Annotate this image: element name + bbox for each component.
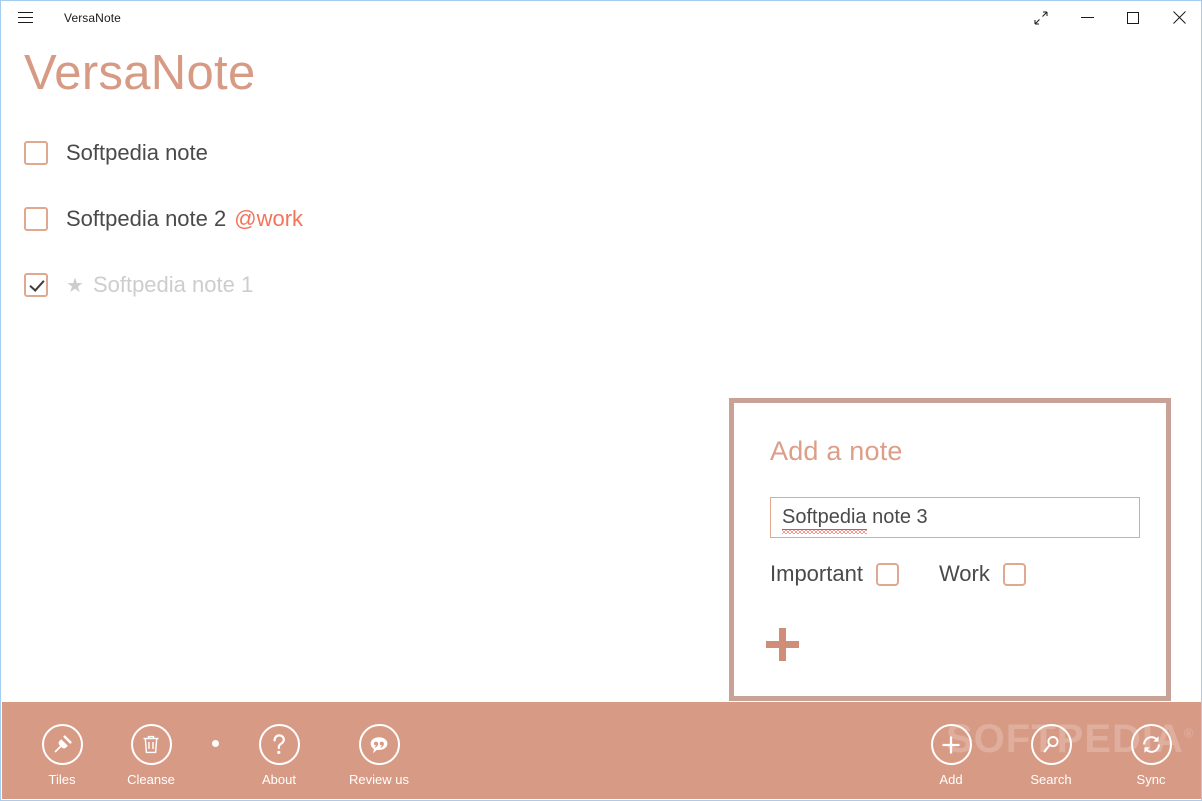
toolbar-item-cleanse[interactable]: Cleanse — [111, 724, 191, 787]
note-label: Softpedia note 2 @work — [66, 206, 303, 232]
note-input-rest: note 3 — [866, 505, 928, 528]
note-checkbox[interactable] — [24, 273, 48, 297]
toolbar-label: Tiles — [48, 772, 76, 787]
note-input-value: Softpedia note 3 — [782, 505, 928, 534]
title-bar: VersaNote — [2, 2, 1201, 33]
hamburger-line — [17, 17, 33, 18]
note-row[interactable]: Softpedia note 2 @work — [24, 202, 664, 236]
hamburger-line — [17, 22, 33, 23]
hamburger-line — [17, 12, 33, 13]
window-controls — [1018, 2, 1201, 33]
tag-label: Important — [770, 561, 863, 586]
note-row[interactable]: Softpedia note — [24, 136, 664, 170]
star-icon: ★ — [66, 275, 84, 297]
trash-icon — [130, 724, 172, 765]
toolbar-item-add[interactable]: Add — [911, 724, 991, 787]
note-text-input[interactable]: Softpedia note 3 — [770, 497, 1140, 538]
note-text: Softpedia note — [66, 140, 208, 165]
plus-circle-icon — [930, 724, 972, 765]
sync-icon — [1130, 724, 1172, 765]
toolbar-label: Cleanse — [127, 772, 175, 787]
note-text: Softpedia note 1 — [92, 272, 254, 297]
toolbar-item-review-us[interactable]: Review us — [339, 724, 419, 787]
tag-label: Work — [938, 561, 990, 586]
toolbar-label: About — [262, 772, 296, 787]
note-checkbox[interactable] — [24, 207, 48, 231]
note-text: Softpedia note 2 — [66, 206, 227, 231]
work-checkbox[interactable] — [1002, 562, 1026, 586]
add-note-plus-icon[interactable] — [766, 628, 799, 661]
toolbar-item-tiles[interactable]: Tiles — [22, 724, 102, 787]
toolbar-item-sync[interactable]: Sync — [1111, 724, 1191, 787]
toolbar-label: Search — [1030, 772, 1072, 787]
add-note-title: Add a note — [770, 436, 903, 466]
note-label: ★ Softpedia note 1 — [66, 272, 253, 298]
pin-icon — [41, 724, 83, 765]
note-tag: @work — [234, 206, 304, 231]
notes-list: Softpedia note Softpedia note 2 @work ★ … — [24, 136, 664, 334]
tag-option-work[interactable]: Work — [939, 561, 1026, 587]
toolbar-label: Sync — [1136, 772, 1166, 787]
close-icon[interactable] — [1156, 2, 1201, 33]
question-mark-icon — [258, 724, 300, 765]
note-row[interactable]: ★ Softpedia note 1 — [24, 268, 664, 302]
hamburger-menu-icon[interactable] — [2, 2, 48, 33]
tag-options: Important Work — [770, 561, 1026, 587]
important-checkbox[interactable] — [875, 562, 899, 586]
expand-arrows-icon[interactable] — [1018, 2, 1064, 33]
minimize-icon[interactable] — [1064, 2, 1110, 33]
misspelled-word: Softpedia — [782, 505, 867, 534]
page-title: VersaNote — [24, 46, 256, 100]
toolbar-item-search[interactable]: Search — [1011, 724, 1091, 787]
app-window: VersaNote VersaNote Softpedia note Softp… — [0, 0, 1202, 801]
toolbar-separator-dot — [212, 740, 219, 747]
search-icon — [1030, 724, 1072, 765]
toolbar-label: Review us — [349, 772, 409, 787]
window-title: VersaNote — [64, 10, 121, 25]
note-checkbox[interactable] — [24, 141, 48, 165]
toolbar-item-about[interactable]: About — [239, 724, 319, 787]
note-label: Softpedia note — [66, 140, 208, 166]
toolbar-label: Add — [939, 772, 963, 787]
tag-option-important[interactable]: Important — [770, 561, 899, 587]
speech-bubble-quote-icon — [358, 724, 400, 765]
maximize-icon[interactable] — [1110, 2, 1156, 33]
